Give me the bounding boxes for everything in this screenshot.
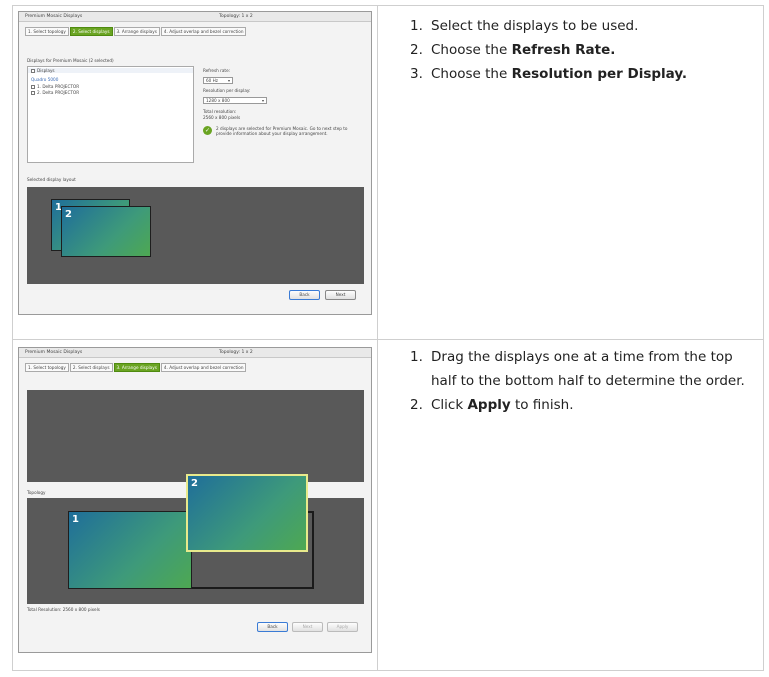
list-item: 1. Select the displays to be used.	[410, 18, 639, 34]
displays-list: Displays Quadro 5000 1. Delta PROJECTOR …	[27, 66, 194, 163]
back-button[interactable]: Back	[289, 290, 320, 300]
wizard-tabs: 1. Select topology 2. Select displays 3.…	[25, 27, 247, 36]
tab-select-displays[interactable]: 2. Select displays	[69, 363, 113, 372]
arrange-displays-screenshot: Premium Mosaic Displays Topology: 1 x 2 …	[18, 347, 372, 653]
list-item[interactable]: 1. Delta PROJECTOR	[31, 84, 79, 89]
resolution-label: Resolution per display:	[203, 88, 251, 93]
next-button[interactable]: Next	[325, 290, 356, 300]
unassigned-displays-area	[27, 390, 364, 482]
instructions-arrange-displays: 1. Drag the displays one at a time from t…	[410, 345, 755, 417]
resolution-select[interactable]: 1280 x 800 ▾	[203, 97, 267, 104]
topology-readout: Topology: 1 x 2	[219, 14, 253, 19]
list-item: 2. Click Apply to finish.	[410, 397, 574, 413]
back-button[interactable]: Back	[257, 622, 288, 632]
list-group: Quadro 5000	[31, 77, 59, 82]
window-title: Premium Mosaic Displays	[25, 14, 83, 19]
tab-select-displays[interactable]: 2. Select displays	[69, 27, 113, 36]
chevron-down-icon: ▾	[261, 98, 264, 103]
instruction-table: Premium Mosaic Displays Topology: 1 x 2 …	[12, 5, 764, 671]
total-resolution-value: 2560 x 800 pixels	[203, 115, 241, 120]
list-item: 3. Choose the Resolution per Display.	[410, 66, 688, 82]
tab-adjust-overlap[interactable]: 4. Adjust overlap and bezel correction	[160, 363, 247, 372]
window-title: Premium Mosaic Displays	[25, 350, 83, 355]
tab-arrange-displays[interactable]: 3. Arrange displays	[113, 363, 160, 372]
checkbox-icon[interactable]	[31, 85, 35, 89]
list-item: 2. Choose the Refresh Rate.	[410, 42, 616, 58]
refresh-rate-value: 60 Hz	[206, 78, 219, 83]
checkbox-icon[interactable]	[31, 91, 35, 95]
wizard-tabs: 1. Select topology 2. Select displays 3.…	[25, 363, 247, 372]
window-titlebar: Premium Mosaic Displays Topology: 1 x 2	[19, 348, 371, 358]
tab-arrange-displays[interactable]: 3. Arrange displays	[113, 27, 160, 36]
refresh-rate-label: Refresh rate:	[203, 68, 231, 73]
checkbox-icon[interactable]	[31, 69, 35, 73]
tab-adjust-overlap[interactable]: 4. Adjust overlap and bezel correction	[160, 27, 247, 36]
chevron-down-icon: ▾	[227, 78, 230, 83]
list-header[interactable]: Displays	[28, 68, 193, 73]
selected-layout-label: Selected display layout	[27, 177, 76, 182]
display-2[interactable]: 2	[61, 206, 151, 257]
tab-select-topology[interactable]: 1. Select topology	[25, 363, 69, 372]
display-layout-area: 1 2	[27, 187, 364, 284]
display-2-dragging[interactable]: 2	[186, 474, 308, 552]
info-message: 2 displays are selected for Premium Mosa…	[216, 126, 348, 136]
resolution-value: 1280 x 800	[206, 98, 230, 103]
apply-button[interactable]: Apply	[327, 622, 358, 632]
next-button[interactable]: Next	[292, 622, 323, 632]
row-divider	[13, 339, 763, 340]
check-icon: ✓	[203, 126, 212, 135]
total-resolution: Total Resolution: 2560 x 800 pixels	[27, 607, 100, 612]
tab-select-topology[interactable]: 1. Select topology	[25, 27, 69, 36]
displays-list-title: Displays for Premium Mosaic (2 selected)	[27, 58, 114, 63]
topology-label: Topology	[27, 490, 46, 495]
total-resolution-label: Total resolution:	[203, 109, 237, 114]
select-displays-screenshot: Premium Mosaic Displays Topology: 1 x 2 …	[18, 11, 372, 315]
window-titlebar: Premium Mosaic Displays Topology: 1 x 2	[19, 12, 371, 22]
refresh-rate-select[interactable]: 60 Hz ▾	[203, 77, 233, 84]
topology-readout: Topology: 1 x 2	[219, 350, 253, 355]
display-1[interactable]: 1	[68, 511, 192, 589]
list-item[interactable]: 2. Delta PROJECTOR	[31, 90, 79, 95]
list-item: 1. Drag the displays one at a time from t…	[410, 349, 745, 389]
instructions-select-displays: 1. Select the displays to be used. 2. Choo…	[410, 14, 755, 86]
column-divider	[377, 6, 378, 670]
